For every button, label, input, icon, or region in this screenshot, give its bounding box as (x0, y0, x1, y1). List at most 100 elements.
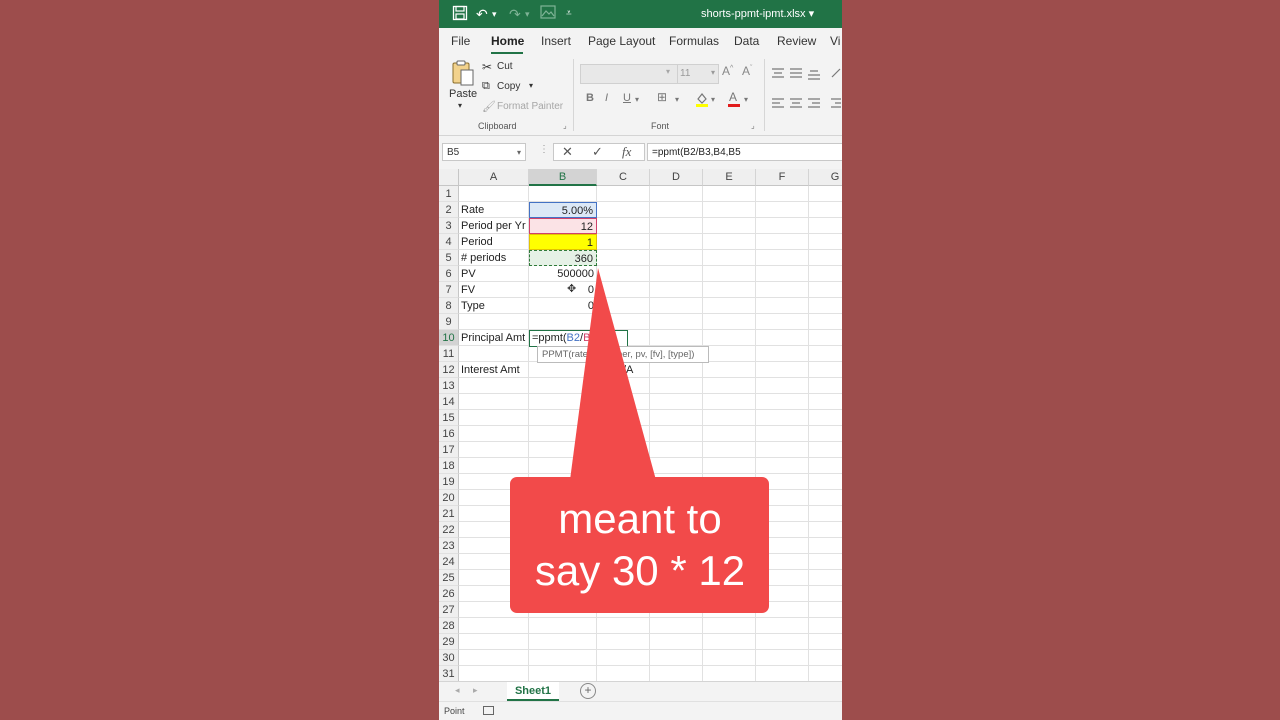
tab-file[interactable]: File (451, 34, 470, 48)
tab-home[interactable]: Home (491, 34, 524, 48)
formula-input[interactable]: =ppmt(B2/B3,B4,B5 (647, 143, 842, 161)
redo-icon[interactable]: ↷ (509, 5, 521, 23)
font-color-icon[interactable]: A (727, 90, 741, 112)
bold-button[interactable]: B (586, 92, 594, 104)
insert-function-button[interactable]: fx (622, 144, 631, 160)
orientation-icon[interactable] (831, 65, 841, 83)
column-header-f[interactable]: F (756, 169, 809, 186)
enter-icon[interactable]: ✓ (592, 144, 603, 160)
cell-b3[interactable]: 12 (529, 218, 597, 234)
paste-dropdown-icon[interactable]: ▾ (458, 101, 462, 110)
cell-a3[interactable]: Period per Yr (459, 218, 529, 234)
row-header-3[interactable]: 3 (439, 218, 459, 234)
tab-formulas[interactable]: Formulas (669, 34, 719, 48)
name-box[interactable]: B5 ▾ (442, 143, 526, 161)
tab-page-layout[interactable]: Page Layout (588, 34, 655, 48)
row-header-21[interactable]: 21 (439, 506, 459, 522)
row-header-5[interactable]: 5 (439, 250, 459, 266)
row-header-18[interactable]: 18 (439, 458, 459, 474)
sheet-tab-sheet1[interactable]: Sheet1 (507, 682, 559, 701)
cell-b10-editor[interactable]: =ppmt(B2/B3,B5| (529, 330, 628, 347)
cell-b2[interactable]: 5.00% (529, 202, 597, 218)
font-color-dropdown-icon[interactable]: ▾ (744, 95, 748, 104)
copy-button[interactable]: Copy (497, 81, 520, 92)
column-header-b[interactable]: B (529, 169, 597, 186)
column-header-a[interactable]: A (459, 169, 529, 186)
row-header-7[interactable]: 7 (439, 282, 459, 298)
copy-icon[interactable]: ⧉ (482, 80, 490, 93)
cell-a2[interactable]: Rate (459, 202, 529, 218)
indent-icon[interactable] (831, 95, 841, 113)
tab-insert[interactable]: Insert (541, 34, 571, 48)
add-sheet-icon[interactable]: + (580, 683, 596, 699)
cell-b6[interactable]: 500000 (529, 266, 597, 282)
clipboard-launcher-icon[interactable]: ⌟ (563, 121, 567, 130)
align-right-icon[interactable] (808, 95, 820, 113)
borders-dropdown-icon[interactable]: ▾ (675, 95, 679, 104)
sheet-prev-icon[interactable]: ◂ (455, 685, 460, 696)
row-header-2[interactable]: 2 (439, 202, 459, 218)
decrease-font-icon[interactable]: Aˇ (742, 64, 752, 78)
cell-b5[interactable]: 360 (529, 250, 597, 266)
name-box-splitter-icon[interactable]: ⋮ (539, 144, 549, 155)
row-header-14[interactable]: 14 (439, 394, 459, 410)
worksheet-grid[interactable]: A B C D E F G 1 2 3 4 5 6 7 8 9 10 11 12 13 14 15 16 17 1… (439, 169, 842, 682)
underline-button[interactable]: U (623, 92, 631, 104)
fill-color-icon[interactable] (695, 91, 709, 112)
column-header-c[interactable]: C (597, 169, 650, 186)
select-all-corner[interactable] (439, 169, 459, 186)
align-center-icon[interactable] (790, 95, 802, 113)
column-header-d[interactable]: D (650, 169, 703, 186)
row-header-12[interactable]: 12 (439, 362, 459, 378)
cell-a4[interactable]: Period (459, 234, 529, 250)
row-header-4[interactable]: 4 (439, 234, 459, 250)
format-painter-button[interactable]: Format Painter (497, 101, 563, 112)
row-header-15[interactable]: 15 (439, 410, 459, 426)
borders-icon[interactable]: ⊞ (657, 90, 667, 104)
cell-a7[interactable]: FV (459, 282, 529, 298)
align-left-icon[interactable] (772, 95, 784, 113)
row-header-11[interactable]: 11 (439, 346, 459, 362)
font-name-box[interactable] (580, 64, 678, 84)
row-header-13[interactable]: 13 (439, 378, 459, 394)
font-name-dropdown-icon[interactable]: ▾ (666, 67, 670, 76)
font-size-box[interactable]: 11 ▾ (677, 64, 719, 84)
tab-view[interactable]: Vi (830, 34, 840, 48)
cell-b4[interactable]: 1 (529, 234, 597, 250)
cell-a6[interactable]: PV (459, 266, 529, 282)
scissors-icon[interactable]: ✂ (482, 60, 492, 74)
row-header-23[interactable]: 23 (439, 538, 459, 554)
row-header-30[interactable]: 30 (439, 650, 459, 666)
cell-a8[interactable]: Type (459, 298, 529, 314)
align-top-icon[interactable] (772, 65, 784, 83)
picture-icon[interactable] (540, 5, 556, 23)
cell-c12[interactable]: /A (621, 362, 650, 378)
row-header-20[interactable]: 20 (439, 490, 459, 506)
row-header-26[interactable]: 26 (439, 586, 459, 602)
cell-b7[interactable]: 0 (529, 282, 597, 298)
align-middle-icon[interactable] (790, 65, 802, 83)
row-header-9[interactable]: 9 (439, 314, 459, 330)
italic-button[interactable]: I (605, 92, 608, 104)
row-header-6[interactable]: 6 (439, 266, 459, 282)
row-header-25[interactable]: 25 (439, 570, 459, 586)
column-header-e[interactable]: E (703, 169, 756, 186)
cell-b8[interactable]: 0 (529, 298, 597, 314)
customize-toolbar-icon[interactable]: ⩡ (566, 5, 572, 23)
redo-dropdown-icon[interactable]: ▾ (525, 5, 530, 23)
tab-review[interactable]: Review (777, 34, 816, 48)
row-header-28[interactable]: 28 (439, 618, 459, 634)
align-bottom-icon[interactable] (808, 67, 820, 85)
fill-color-dropdown-icon[interactable]: ▾ (711, 95, 715, 104)
cell-a5[interactable]: # periods (459, 250, 529, 266)
row-header-31[interactable]: 31 (439, 666, 459, 682)
row-header-17[interactable]: 17 (439, 442, 459, 458)
cell-a10[interactable]: Principal Amt (459, 330, 529, 346)
save-icon[interactable] (452, 5, 468, 23)
increase-font-icon[interactable]: A^ (722, 64, 733, 78)
row-header-27[interactable]: 27 (439, 602, 459, 618)
row-header-29[interactable]: 29 (439, 634, 459, 650)
cell-a12[interactable]: Interest Amt (459, 362, 529, 378)
row-header-1[interactable]: 1 (439, 186, 459, 202)
row-header-16[interactable]: 16 (439, 426, 459, 442)
